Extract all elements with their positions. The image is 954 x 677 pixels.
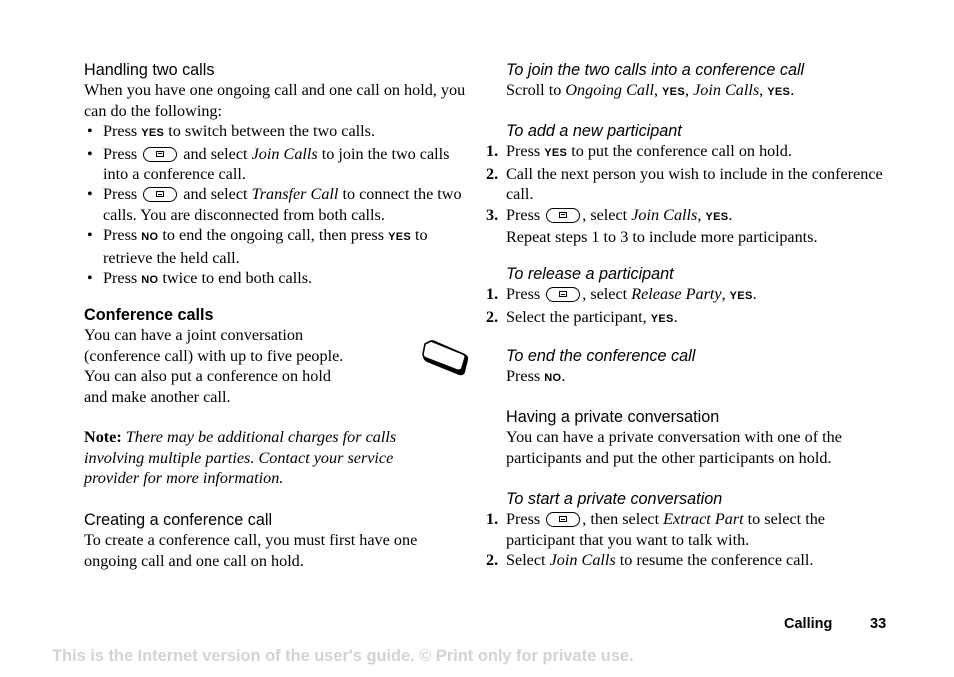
menu-key-icon (546, 512, 581, 528)
menu-key-icon (546, 207, 581, 223)
list-item: 1. Press , select Release Party, YES. (486, 285, 757, 304)
list-item: • Press and select Join Calls to join the… (87, 144, 450, 184)
step-list: 1. Press YES to put the conference call o… (486, 141, 886, 247)
menu-key-icon (143, 187, 178, 203)
section-heading: Conference calls (84, 306, 214, 324)
list-item: 2. Call the next person you wish to inclu… (486, 164, 883, 204)
list-item: • Press and select Transfer Call to conne… (87, 185, 462, 224)
yes-key-label: YES (650, 312, 674, 325)
start-private-section: To start a private conversation 1. Press … (486, 489, 886, 571)
list-item: 2. Select the participant, YES. (486, 307, 678, 326)
body-paragraph: You can have a private conversation with… (506, 428, 842, 467)
yes-key-label: YES (662, 86, 685, 99)
note-label: Note: (84, 428, 122, 447)
step-list: 1. Press , select Release Party, YES. 2. S… (486, 284, 886, 329)
list-item: 2. Select Join Calls to resume the confer… (486, 551, 814, 570)
body-line: and make another call. (84, 387, 231, 406)
footer-section-name: Calling (784, 616, 833, 632)
end-conference-section: To end the conference call Press NO. (506, 346, 695, 389)
page-number: 33 (870, 616, 887, 632)
yes-key-label: YES (767, 86, 791, 99)
intro-paragraph: When you have one ongoing call and one c… (84, 81, 466, 120)
menu-key-icon (143, 146, 178, 162)
section-heading: Handling two calls (84, 61, 215, 79)
yes-key-label: YES (388, 231, 411, 244)
no-key-label: NO (544, 372, 562, 385)
list-item: • Press NO to end the ongoing call, then … (87, 226, 428, 267)
section-heading: Creating a conference call (84, 511, 273, 529)
release-participant-section: To release a participant 1. Press , selec… (486, 264, 886, 329)
instruction-line: Scroll to Ongoing Call, YES, Join Calls,… (506, 81, 795, 100)
creating-conference-call-section: Creating a conference call To create a c… (84, 510, 469, 571)
body-line: You can have a joint conversation (84, 326, 304, 345)
section-heading: To start a private conversation (506, 490, 723, 508)
add-participant-section: To add a new participant 1. Press YES to … (486, 121, 886, 247)
instruction-line: Press NO. (506, 367, 566, 386)
yes-key-label: YES (729, 290, 753, 303)
section-heading: To release a participant (506, 265, 674, 283)
body-paragraph: To create a conference call, you must fi… (84, 531, 418, 570)
bullet-list: • Press YES to switch between the two cal… (84, 121, 469, 290)
note-paragraph: Note: There may be additional charges fo… (84, 427, 444, 488)
phone-illustration-icon (422, 340, 469, 376)
section-heading: Having a private conversation (506, 408, 720, 426)
step-list: 1. Press , then select Extract Part to se… (486, 509, 836, 570)
body-line: (conference call) with up to five people… (84, 346, 344, 365)
note-text: There may be additional charges for call… (84, 428, 397, 488)
list-item: • Press NO twice to end both calls. (87, 269, 313, 288)
conference-calls-section: Conference calls You can have a joint co… (84, 305, 444, 489)
section-heading: To join the two calls into a conference … (506, 61, 805, 79)
yes-key-label: YES (141, 127, 165, 140)
no-key-label: NO (141, 231, 159, 244)
section-heading: To end the conference call (506, 347, 696, 365)
handling-two-calls-section: Handling two calls When you have one ong… (84, 60, 469, 290)
private-conversation-section: Having a private conversation You can ha… (506, 407, 891, 468)
list-item: • Press YES to switch between the two cal… (87, 122, 375, 141)
menu-key-icon (546, 287, 581, 303)
body-line: You can also put a conference on hold (84, 367, 331, 386)
list-item: 3. Press , select Join Calls, YES. Repeat … (486, 205, 818, 247)
watermark-text: This is the Internet version of the user… (52, 647, 634, 665)
list-item: 1. Press YES to put the conference call o… (486, 142, 792, 161)
no-key-label: NO (141, 274, 159, 287)
yes-key-label: YES (705, 210, 729, 223)
list-item: 1. Press , then select Extract Part to se… (486, 510, 825, 549)
join-calls-section: To join the two calls into a conference … (506, 60, 804, 103)
section-heading: To add a new participant (506, 122, 682, 140)
yes-key-label: YES (544, 147, 568, 160)
